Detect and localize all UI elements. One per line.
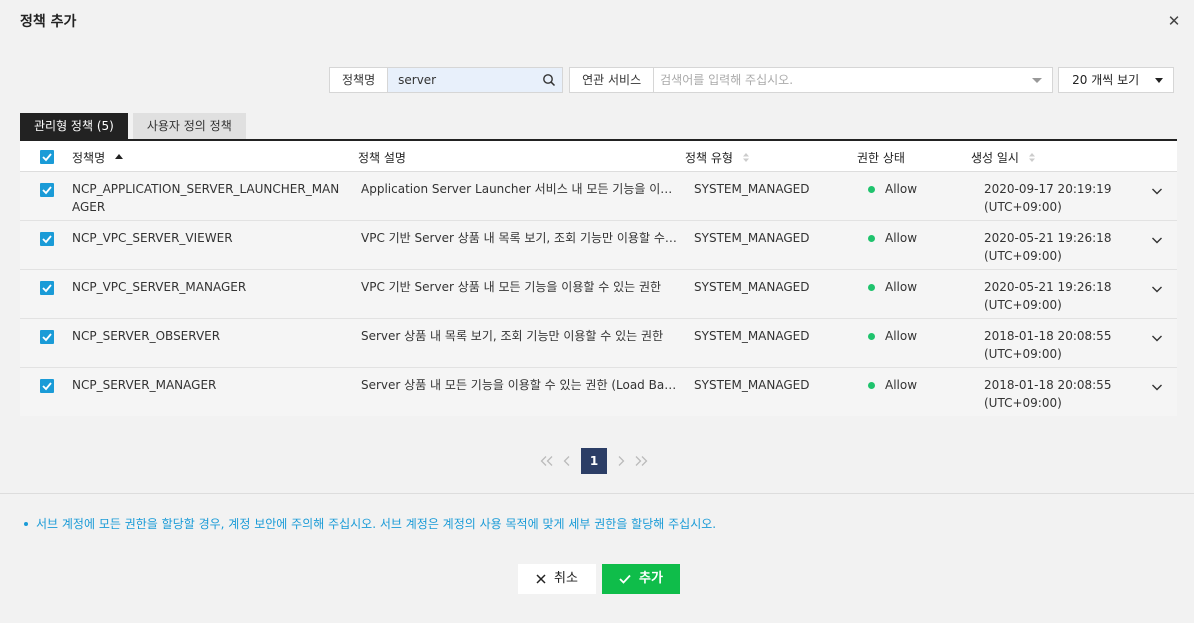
chevron-down-icon [1155,78,1164,83]
policy-type: SYSTEM_MANAGED [694,329,810,343]
tab-managed-policies[interactable]: 관리형 정책 (5) [20,113,128,140]
status-badge: Allow [868,229,917,247]
header-policy-name[interactable]: 정책명 [72,149,124,166]
policy-name-input[interactable] [388,68,539,92]
policy-type: SYSTEM_MANAGED [694,280,810,294]
close-icon [536,574,546,584]
check-icon [42,284,52,293]
policy-name: NCP_SERVER_MANAGER [72,378,217,392]
check-icon [42,153,52,162]
policy-name: NCP_SERVER_OBSERVER [72,329,221,343]
header-created-at[interactable]: 생성 일시 [971,149,1035,166]
row-checkbox[interactable] [40,232,54,246]
dialog-header: 정책 추가 ✕ [0,0,1194,44]
sort-asc-icon[interactable] [115,154,124,159]
add-button[interactable]: 추가 [602,564,680,594]
check-icon [42,186,52,195]
policy-name-label: 정책명 [329,67,389,93]
sort-icon[interactable] [1028,153,1035,162]
status-badge: Allow [868,327,917,345]
header-permission-status: 권한 상태 [857,151,905,165]
add-policy-dialog: 정책 추가 ✕ 정책명 연관 서비스 20 개씩 보기 관리형 정책 (5) 사… [0,0,1194,623]
table-row[interactable]: NCP_VPC_SERVER_VIEWER VPC 기반 Server 상품 내… [20,221,1177,270]
chevron-down-icon[interactable] [1151,283,1163,295]
status-dot-icon [868,234,875,242]
page-number-current[interactable]: 1 [581,448,607,474]
table-header: 정책명 정책 설명 정책 유형 권한 상태 생성 일시 [20,141,1177,172]
policy-name: NCP_APPLICATION_SERVER_LAUNCHER_MANAGER [72,182,340,214]
policy-tabs: 관리형 정책 (5) 사용자 정의 정책 [20,113,246,140]
policy-desc: VPC 기반 Server 상품 내 모든 기능을 이용할 수 있는 권한 [361,280,662,294]
related-service-input[interactable] [654,68,1015,92]
status-dot-icon [868,332,875,340]
check-icon [42,382,52,391]
created-at: 2018-01-18 20:08:55 (UTC+09:00) [984,329,1112,361]
status-badge: Allow [868,278,917,296]
filter-bar: 정책명 연관 서비스 20 개씩 보기 [329,67,1175,93]
select-all-checkbox[interactable] [40,150,54,164]
prev-page-icon[interactable] [557,448,577,474]
check-icon [42,333,52,342]
policy-table: 정책명 정책 설명 정책 유형 권한 상태 생성 일시 NCP_APPLICAT… [20,139,1177,416]
policy-name: NCP_VPC_SERVER_VIEWER [72,231,233,245]
dialog-title: 정책 추가 [20,14,77,30]
chevron-down-icon[interactable] [1032,78,1043,83]
header-policy-type[interactable]: 정책 유형 [685,149,749,166]
table-row[interactable]: NCP_SERVER_MANAGER Server 상품 내 모든 기능을 이용… [20,368,1177,416]
sort-icon[interactable] [742,153,749,162]
created-at: 2018-01-18 20:08:55 (UTC+09:00) [984,378,1112,410]
created-at: 2020-09-17 20:19:19 (UTC+09:00) [984,182,1112,214]
page-size-value: 20 개씩 보기 [1072,73,1140,87]
table-row[interactable]: NCP_SERVER_OBSERVER Server 상품 내 목록 보기, 조… [20,319,1177,368]
row-checkbox[interactable] [40,281,54,295]
status-dot-icon [868,185,875,193]
policy-name-search [388,67,564,93]
check-icon [42,235,52,244]
chevron-down-icon[interactable] [1151,381,1163,393]
close-icon[interactable]: ✕ [1166,13,1182,29]
policy-desc: VPC 기반 Server 상품 내 목록 보기, 조회 기능만 이용할 수 있… [361,231,679,245]
status-badge: Allow [868,376,917,394]
first-page-icon[interactable] [537,448,557,474]
related-service-select[interactable] [654,67,1054,93]
security-notice: 서브 계정에 모든 권한을 할당할 경우, 계정 보안에 주의해 주십시오. 서… [24,515,716,532]
policy-type: SYSTEM_MANAGED [694,231,810,245]
policy-name: NCP_VPC_SERVER_MANAGER [72,280,247,294]
chevron-down-icon[interactable] [1151,185,1163,197]
created-at: 2020-05-21 19:26:18 (UTC+09:00) [984,231,1112,263]
status-badge: Allow [868,180,917,198]
cancel-button[interactable]: 취소 [518,564,596,594]
policy-desc: Server 상품 내 모든 기능을 이용할 수 있는 권한 (Load Bal… [361,378,679,392]
policy-type: SYSTEM_MANAGED [694,182,810,196]
policy-desc: Application Server Launcher 서비스 내 모든 기능을… [361,182,679,196]
row-checkbox[interactable] [40,183,54,197]
header-policy-desc: 정책 설명 [358,151,406,165]
next-page-icon[interactable] [611,448,631,474]
row-checkbox[interactable] [40,330,54,344]
check-icon [619,574,631,584]
chevron-down-icon[interactable] [1151,234,1163,246]
policy-desc: Server 상품 내 목록 보기, 조회 기능만 이용할 수 있는 권한 [361,329,664,343]
created-at: 2020-05-21 19:26:18 (UTC+09:00) [984,280,1112,312]
divider [0,493,1194,494]
status-dot-icon [868,381,875,389]
tab-custom-policies[interactable]: 사용자 정의 정책 [132,113,246,140]
row-checkbox[interactable] [40,379,54,393]
search-icon[interactable] [542,73,556,87]
bullet-icon [24,521,28,526]
policy-type: SYSTEM_MANAGED [694,378,810,392]
pagination: 1 [537,448,651,474]
status-dot-icon [868,283,875,291]
related-service-label: 연관 서비스 [569,67,655,93]
last-page-icon[interactable] [631,448,651,474]
chevron-down-icon[interactable] [1151,332,1163,344]
page-size-select[interactable]: 20 개씩 보기 [1058,67,1175,93]
table-row[interactable]: NCP_VPC_SERVER_MANAGER VPC 기반 Server 상품 … [20,270,1177,319]
table-row[interactable]: NCP_APPLICATION_SERVER_LAUNCHER_MANAGER … [20,172,1177,221]
